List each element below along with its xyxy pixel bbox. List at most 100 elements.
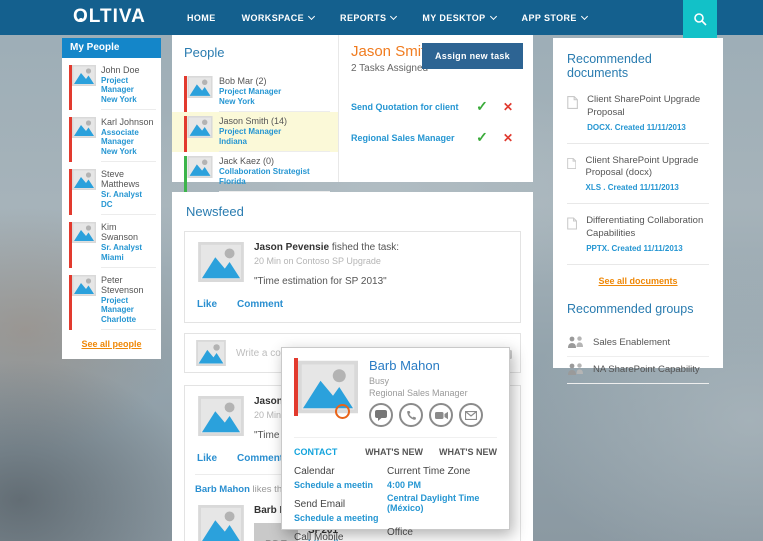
task-link[interactable]: Regional Sales Manager — [351, 133, 469, 143]
avatar — [69, 117, 96, 162]
nav-item-home[interactable]: HOME — [187, 13, 216, 23]
newsfeed-title: Newsfeed — [186, 204, 521, 219]
office-label: Office — [387, 527, 497, 538]
person-list-item[interactable]: Karl Johnson Associate Manager New York — [62, 110, 161, 162]
document-title: Client SharePoint Upgrade Proposal (docx… — [585, 155, 709, 181]
avatar — [69, 65, 96, 110]
person-name: Karl Johnson — [101, 117, 156, 127]
presence-status: Busy — [369, 376, 483, 386]
status-bar-red — [69, 222, 72, 268]
person-role: Project Manager — [101, 296, 156, 314]
assign-new-task-button[interactable]: Assign new task — [422, 43, 523, 69]
person-list-item[interactable]: Jack Kaez (0) Collaboration Strategist F… — [172, 152, 338, 192]
chat-button[interactable] — [369, 403, 393, 427]
post-action: fished the task: — [329, 242, 399, 253]
person-name: Bob Mar (2) — [219, 76, 330, 86]
comment-link[interactable]: Comment — [237, 299, 283, 310]
email-button[interactable] — [459, 403, 483, 427]
people-group-icon — [567, 336, 585, 349]
person-list-item[interactable]: Peter Stevenson Project Manager Charlott… — [62, 268, 161, 330]
call-button[interactable] — [399, 403, 423, 427]
task-delete-icon[interactable]: ✕ — [495, 131, 521, 145]
tab-whats-new[interactable]: WHAT'S NEW — [439, 447, 497, 457]
document-meta: DOCX. Created 11/11/2013 — [587, 123, 709, 132]
nav-item-app-store[interactable]: APP STORE — [522, 13, 587, 23]
chat-bubble-icon — [375, 410, 387, 421]
group-item[interactable]: NA SharePoint Capability — [567, 357, 709, 384]
contact-role: Regional Sales Manager — [369, 388, 483, 398]
person-list-item[interactable]: Kim Swanson Sr. Analyst Miami — [62, 215, 161, 268]
nav-item-label: APP STORE — [522, 13, 577, 23]
schedule-meeting-link[interactable]: Schedule a meeting — [294, 513, 387, 523]
contact-card-body: Calendar Schedule a meetin Send Email Sc… — [294, 466, 497, 541]
phone-icon — [406, 410, 417, 421]
video-call-button[interactable] — [429, 403, 453, 427]
tab-contact[interactable]: CONTACT — [294, 447, 337, 457]
nav-item-label: HOME — [187, 13, 216, 23]
person-name: Jason Smith (14) — [219, 116, 330, 126]
person-list-item[interactable]: John Doe Project Manager New York — [62, 58, 161, 110]
person-name: Steve Matthews — [101, 169, 156, 189]
person-list-item-selected[interactable]: Jason Smith (14) Project Manager Indiana — [172, 112, 338, 152]
newsfeed-post: Jason Pevensie fished the task: 20 Min o… — [184, 231, 521, 323]
see-all-people-link[interactable]: See all people — [62, 339, 161, 349]
person-location: Miami — [101, 253, 156, 262]
avatar — [193, 340, 226, 366]
tab-whats-new[interactable]: WHAT'S NEW — [365, 447, 423, 457]
document-item[interactable]: Client SharePoint Upgrade Proposal (docx… — [567, 155, 709, 205]
people-title: People — [184, 45, 338, 60]
document-info: Client SharePoint Upgrade Proposal DOCX.… — [587, 94, 709, 132]
status-bar-green — [184, 156, 187, 192]
application-window: OLTIVA HOME WORKSPACE REPORTS MY DESKTOP… — [0, 0, 763, 541]
group-item[interactable]: Sales Enablement — [567, 330, 709, 357]
document-title: Client SharePoint Upgrade Proposal — [587, 94, 709, 120]
oltiva-logo[interactable]: OLTIVA — [73, 6, 146, 28]
task-complete-icon[interactable]: ✓ — [469, 129, 495, 146]
see-all-documents-link[interactable]: See all documents — [567, 276, 709, 286]
contact-card-identity: Barb Mahon Busy Regional Sales Manager — [369, 358, 483, 427]
avatar — [184, 116, 213, 152]
envelope-icon — [465, 411, 477, 420]
task-complete-icon[interactable]: ✓ — [469, 98, 495, 115]
task-link[interactable]: Send Quotation for client — [351, 102, 469, 112]
nav-item-label: REPORTS — [340, 13, 386, 23]
search-button[interactable] — [683, 0, 717, 38]
chevron-down-icon — [490, 12, 497, 19]
person-info: Steve Matthews Sr. Analyst DC — [101, 169, 156, 215]
like-link[interactable]: Like — [197, 453, 217, 464]
people-column: People Bob Mar (2) Project Manager New Y… — [172, 35, 339, 182]
nav-item-reports[interactable]: REPORTS — [340, 13, 396, 23]
liker-name[interactable]: Barb Mahon — [195, 484, 250, 495]
video-camera-icon — [435, 411, 448, 420]
person-location: Indiana — [219, 137, 330, 146]
task-delete-icon[interactable]: ✕ — [495, 100, 521, 114]
person-role: Associate Manager — [101, 128, 156, 146]
contact-right-column: Current Time Zone 4:00 PM Central Daylig… — [387, 466, 497, 541]
person-info: Bob Mar (2) Project Manager New York — [219, 76, 330, 112]
nav-item-my-desktop[interactable]: MY DESKTOP — [422, 13, 495, 23]
document-item[interactable]: Client SharePoint Upgrade Proposal DOCX.… — [567, 94, 709, 144]
recommendations-panel: Recommended documents Client SharePoint … — [553, 38, 723, 368]
nav-item-workspace[interactable]: WORKSPACE — [242, 13, 314, 23]
person-list-item[interactable]: Steve Matthews Sr. Analyst DC — [62, 162, 161, 215]
call-mobile-label: Call Mobile — [294, 532, 387, 541]
status-bar-red — [69, 117, 72, 162]
send-email-label: Send Email — [294, 499, 387, 510]
person-list-item[interactable]: Bob Mar (2) Project Manager New York — [172, 72, 338, 112]
contact-name[interactable]: Barb Mahon — [369, 358, 483, 373]
people-tasks-panel: People Bob Mar (2) Project Manager New Y… — [172, 35, 533, 182]
post-author[interactable]: Jason Pevensie — [254, 242, 329, 253]
schedule-meeting-link[interactable]: Schedule a meetin — [294, 480, 387, 490]
status-bar-red — [69, 65, 72, 110]
comment-link[interactable]: Comment — [237, 453, 283, 464]
document-item[interactable]: Differentiating Collaboration Capabiliti… — [567, 215, 709, 265]
status-bar-red — [184, 116, 187, 152]
contact-left-column: Calendar Schedule a meetin Send Email Sc… — [294, 466, 387, 541]
like-link[interactable]: Like — [197, 299, 217, 310]
person-location: New York — [101, 95, 156, 104]
person-location: DC — [101, 200, 156, 209]
task-row: Regional Sales Manager ✓ ✕ — [351, 129, 521, 146]
avatar — [69, 222, 96, 268]
person-name: Jack Kaez (0) — [219, 156, 330, 166]
person-role: Project Manager — [101, 76, 156, 94]
